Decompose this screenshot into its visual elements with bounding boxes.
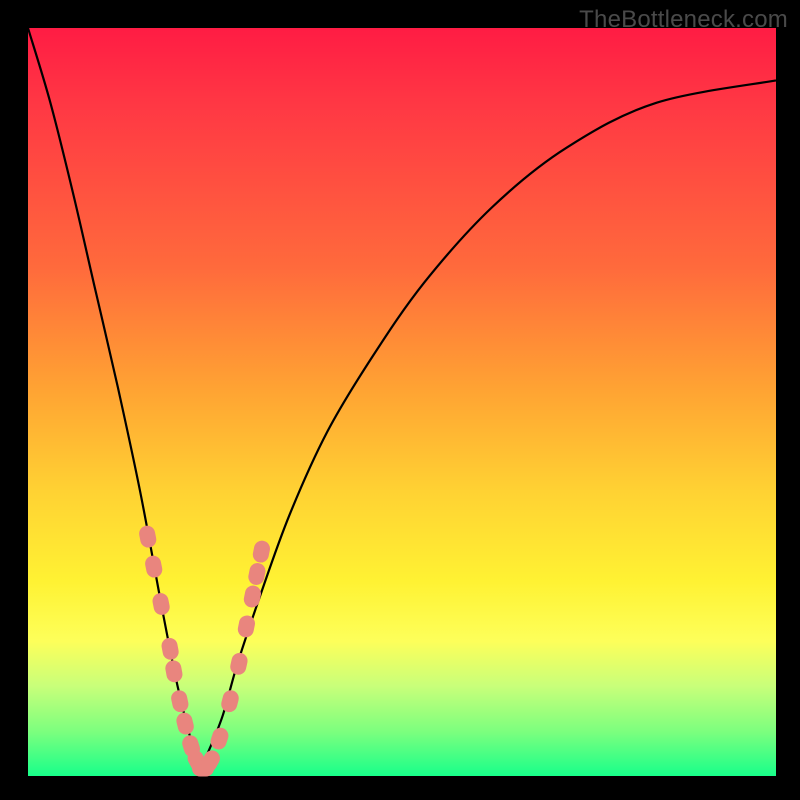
plot-area: [28, 28, 776, 776]
watermark-text: TheBottleneck.com: [579, 6, 788, 34]
marker-point: [229, 651, 249, 676]
marker-point: [151, 592, 171, 617]
marker-point: [170, 689, 190, 714]
markers-group: [138, 524, 272, 776]
marker-point: [208, 726, 230, 752]
marker-point: [242, 584, 262, 609]
marker-point: [164, 659, 184, 684]
bottleneck-curve: [28, 28, 776, 769]
marker-point: [144, 554, 164, 579]
marker-point: [251, 539, 271, 564]
marker-point: [219, 689, 240, 714]
marker-point: [138, 524, 158, 549]
marker-point: [160, 637, 180, 662]
marker-point: [175, 711, 196, 736]
chart-frame: TheBottleneck.com: [0, 0, 800, 800]
chart-svg: [28, 28, 776, 776]
